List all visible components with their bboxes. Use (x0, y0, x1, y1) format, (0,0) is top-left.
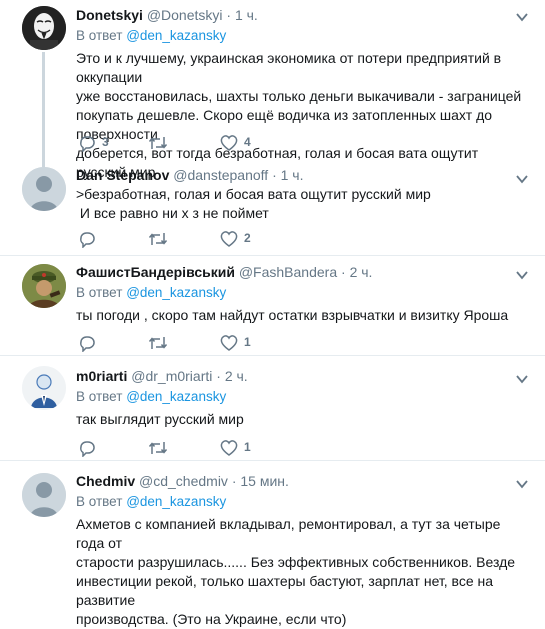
tweet-text-line: И все равно ни х з не поймет (76, 205, 269, 221)
reply-icon (80, 441, 95, 457)
user-name[interactable]: m0riarti (76, 368, 127, 384)
user-handle[interactable]: @dr_m0riarti (131, 368, 212, 384)
tweet-text-line: производства. (Это на Украине, если что) (76, 611, 347, 627)
separator-dot: · (272, 167, 277, 183)
user-name[interactable]: Chedmiv (76, 473, 135, 489)
thread-line (42, 52, 45, 167)
mention-link[interactable]: @den_kazansky (126, 494, 226, 509)
reply-prefix: В ответ (76, 28, 123, 43)
tweet-text-line: Это и к лучшему, украинская экономика от… (76, 50, 502, 85)
chevron-down-icon[interactable] (515, 172, 529, 186)
reply-context: В ответ @den_kazansky (76, 388, 527, 406)
chevron-down-icon[interactable] (515, 372, 529, 386)
tweet-text-line: уже восстановилась, шахты только деньги … (76, 88, 522, 104)
like-icon (220, 440, 238, 456)
tweet-text: ты погоди , скоро там найдут остатки взр… (76, 306, 527, 325)
mention-link[interactable]: @den_kazansky (126, 389, 226, 404)
timestamp[interactable]: 15 мин. (240, 473, 289, 489)
reply-prefix: В ответ (76, 494, 123, 509)
tweet[interactable]: Dan Stepanov @danstepanoff · 1 ч. >безра… (0, 160, 545, 255)
user-handle[interactable]: @cd_chedmiv (139, 473, 228, 489)
avatar[interactable] (22, 167, 66, 211)
tweet[interactable]: ФашистБандерівський @FashBandera · 2 ч. … (0, 256, 545, 355)
separator-dot: · (341, 264, 346, 280)
tweet-text: так выглядит русский мир (76, 410, 527, 429)
timestamp[interactable]: 2 ч. (225, 368, 248, 384)
avatar[interactable] (22, 6, 66, 50)
reply-count: 3 (102, 135, 109, 149)
like-count: 1 (244, 440, 251, 454)
tweet[interactable]: m0riarti @dr_m0riarti · 2 ч. В ответ @de… (0, 356, 545, 459)
retweet-icon (148, 137, 168, 149)
like-count: 4 (244, 135, 251, 149)
tweet[interactable]: Donetskyi @Donetskyi · 1 ч. В ответ @den… (0, 0, 545, 180)
mention-link[interactable]: @den_kazansky (126, 285, 226, 300)
retweet-icon (148, 233, 168, 245)
chevron-down-icon[interactable] (515, 10, 529, 24)
mention-link[interactable]: @den_kazansky (126, 28, 226, 43)
reply-prefix: В ответ (76, 285, 123, 300)
tweet-text-line: так выглядит русский мир (76, 411, 244, 427)
separator-dot: · (231, 473, 237, 489)
reply-context: В ответ @den_kazansky (76, 27, 527, 45)
reply-prefix: В ответ (76, 389, 123, 404)
tweet-text-line: старости разрушилась...... Без эффективн… (76, 554, 516, 570)
tweet-text-line: инвестиции рекой, только шахтеры бастуют… (76, 573, 494, 608)
like-icon (220, 231, 238, 247)
avatar[interactable] (22, 366, 66, 410)
timestamp[interactable]: 1 ч. (281, 167, 304, 183)
reply-context: В ответ @den_kazansky (76, 284, 527, 302)
chevron-down-icon[interactable] (515, 268, 529, 282)
tweet-text-line: Ахметов с компанией вкладывал, ремонтиро… (76, 516, 501, 551)
user-name[interactable]: ФашистБандерівський (76, 264, 235, 280)
separator-dot: · (226, 7, 232, 23)
tweet-text-line: ты погоди , скоро там найдут остатки взр… (76, 307, 509, 323)
like-icon (220, 135, 238, 151)
timestamp[interactable]: 1 ч. (235, 7, 258, 23)
tweet-text-line: >безработная, голая и босая вата ощутит … (76, 186, 431, 202)
tweet-text: Ахметов с компанией вкладывал, ремонтиро… (76, 515, 527, 629)
tweet-header: ФашистБандерівський @FashBandera · 2 ч. (76, 263, 527, 281)
user-handle[interactable]: @FashBandera (239, 264, 337, 280)
reply-icon (80, 336, 95, 352)
avatar[interactable] (22, 473, 66, 517)
user-name[interactable]: Donetskyi (76, 7, 143, 23)
user-handle[interactable]: @danstepanoff (173, 167, 268, 183)
retweet-icon (148, 337, 168, 349)
tweet-text-line: покупать дешевле. Скоро ещё водичка из з… (76, 107, 493, 142)
like-count: 2 (244, 231, 251, 245)
reply-context: В ответ @den_kazansky (76, 493, 527, 511)
retweet-icon (148, 442, 168, 454)
chevron-down-icon[interactable] (515, 477, 529, 491)
tweet-text: >безработная, голая и босая вата ощутит … (76, 185, 527, 223)
tweet-header: Donetskyi @Donetskyi · 1 ч. (76, 6, 527, 24)
reply-icon (80, 136, 95, 152)
avatar[interactable] (22, 264, 66, 308)
reply-icon (80, 232, 95, 248)
timestamp[interactable]: 2 ч. (350, 264, 373, 280)
tweet[interactable]: Chedmiv @cd_chedmiv · 15 мин. В ответ @d… (0, 461, 545, 627)
tweet-header: Chedmiv @cd_chedmiv · 15 мин. (76, 472, 527, 490)
like-icon (220, 335, 238, 351)
like-count: 1 (244, 335, 251, 349)
user-name[interactable]: Dan Stepanov (76, 167, 169, 183)
user-handle[interactable]: @Donetskyi (147, 7, 223, 23)
tweet-header: m0riarti @dr_m0riarti · 2 ч. (76, 367, 527, 385)
tweet-header: Dan Stepanov @danstepanoff · 1 ч. (76, 166, 527, 184)
separator-dot: · (216, 368, 221, 384)
